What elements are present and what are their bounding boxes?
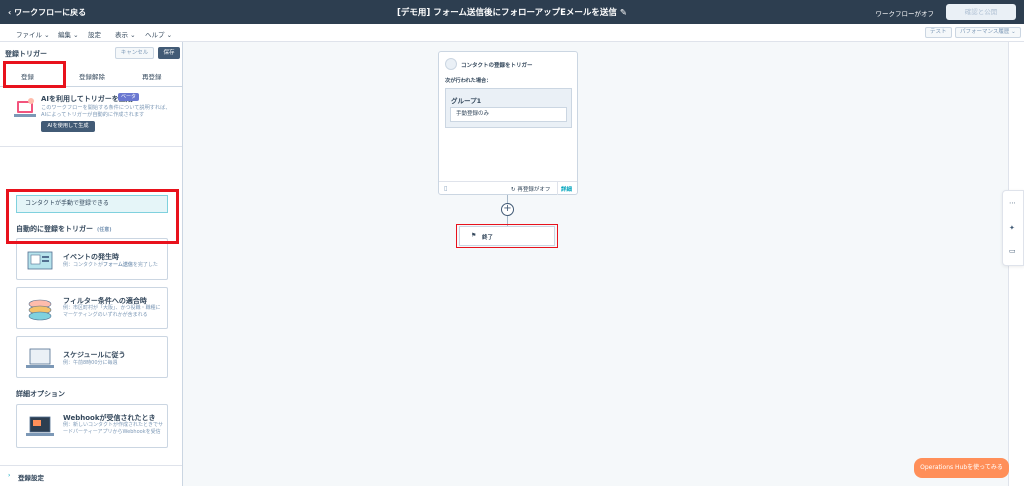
event-screen-icon bbox=[27, 251, 53, 270]
enrollment-trigger-panel: 登録トリガー キャンセル 保存 登録 登録解除 再登録 AIを利用してトリガーを… bbox=[0, 42, 183, 486]
trigger-node-footer: ▯ ↻ 再登録がオフ 詳細 bbox=[439, 181, 577, 195]
ai-trigger-section: AIを利用してトリガーを生成 ベータ このワークフローを開始する条件について説明… bbox=[0, 88, 182, 146]
comment-icon[interactable]: ▭ bbox=[1009, 247, 1016, 255]
ai-generate-button[interactable]: AIを使用して生成 bbox=[41, 121, 95, 132]
panel-title: 登録トリガー bbox=[5, 50, 47, 58]
chevron-right-icon: › bbox=[8, 472, 11, 479]
workflow-canvas[interactable]: コンタクトの登録をトリガー 次が行われた場合： グループ1 手動登録のみ ▯ ↻… bbox=[184, 42, 1008, 486]
chevron-down-icon: ⌄ bbox=[44, 31, 50, 39]
sparkle-icon[interactable]: ✦ bbox=[1009, 224, 1015, 232]
canvas-tools: ⋯ ✦ ▭ bbox=[1002, 190, 1024, 266]
footer-divider bbox=[557, 182, 558, 195]
condition-group: グループ1 手動登録のみ bbox=[445, 88, 572, 128]
tab-unenroll[interactable]: 登録解除 bbox=[79, 71, 105, 81]
connector-line bbox=[507, 195, 508, 203]
menu-help[interactable]: ヘルプ ⌄ bbox=[145, 29, 172, 39]
schedule-laptop-icon bbox=[26, 348, 54, 368]
highlight-enroll-tab bbox=[3, 61, 66, 88]
group-label: グループ1 bbox=[451, 97, 482, 105]
card-title: イベントの発生時 bbox=[63, 253, 119, 261]
grip-icon[interactable]: ⋯ bbox=[1009, 199, 1016, 207]
highlight-end-node bbox=[456, 224, 558, 248]
menu-settings[interactable]: 設定 bbox=[88, 29, 101, 39]
top-bar: ‹ ワークフローに戻る [デモ用] フォーム送信後にフォローアップEメールを送信… bbox=[0, 0, 1024, 24]
chevron-down-icon: ⌄ bbox=[130, 31, 136, 39]
ai-laptop-icon bbox=[14, 98, 36, 117]
trigger-node[interactable]: コンタクトの登録をトリガー 次が行われた場合： グループ1 手動登録のみ ▯ ↻… bbox=[438, 51, 578, 195]
review-publish-button[interactable]: 確認と公開 bbox=[946, 4, 1016, 20]
card-description: 例：新しいコンタクトが作成されたときでサードパーティーアプリからWebhookを… bbox=[63, 422, 164, 435]
detail-link[interactable]: 詳細 bbox=[561, 185, 572, 193]
add-action-button[interactable]: + bbox=[501, 203, 514, 216]
chevron-down-icon: ⌄ bbox=[166, 31, 173, 39]
trigger-node-title: コンタクトの登録をトリガー bbox=[461, 63, 533, 69]
tab-reenroll[interactable]: 再登録 bbox=[142, 71, 162, 81]
ai-description: このワークフローを開始する条件について説明すれば、AIによってトリガーが自動的に… bbox=[41, 105, 171, 118]
card-description: 例：コンタクトがフォーム送信を完了した bbox=[63, 262, 158, 268]
divider bbox=[0, 146, 182, 147]
filter-stack-icon bbox=[28, 299, 52, 321]
menu-file[interactable]: ファイル ⌄ bbox=[16, 29, 50, 39]
trigger-card-filter[interactable]: フィルター条件への適合時 例：市区町村が「大阪」、かつ役職・職種にマーケティング… bbox=[16, 287, 168, 329]
beta-badge: ベータ bbox=[118, 93, 140, 101]
edit-pencil-icon[interactable]: ✎ bbox=[620, 8, 627, 18]
cancel-button[interactable]: キャンセル bbox=[115, 47, 154, 59]
enrollment-settings-row[interactable]: › 登録設定 bbox=[0, 465, 182, 486]
card-description: 例：午前8時00分に毎週 bbox=[63, 360, 118, 366]
group-condition[interactable]: 手動登録のみ bbox=[450, 107, 567, 122]
trigger-card-event[interactable]: イベントの発生時 例：コンタクトがフォーム送信を完了した bbox=[16, 238, 168, 280]
advanced-options-heading: 詳細オプション bbox=[16, 390, 65, 398]
trigger-node-subtitle: 次が行われた場合： bbox=[445, 78, 492, 84]
workflow-status: ワークフローがオフ bbox=[875, 10, 935, 18]
webhook-laptop-icon bbox=[26, 416, 54, 436]
menu-view[interactable]: 表示 ⌄ bbox=[115, 29, 136, 39]
save-button[interactable]: 保存 bbox=[158, 47, 180, 59]
card-description: 例：市区町村が「大阪」、かつ役職・職種にマーケティングのいずれかが含まれる bbox=[63, 305, 161, 318]
reenroll-status[interactable]: ↻ 再登録がオフ bbox=[511, 185, 550, 193]
test-button[interactable]: テスト bbox=[925, 27, 952, 38]
trigger-card-schedule[interactable]: スケジュールに従う 例：午前8時00分に毎週 bbox=[16, 336, 168, 378]
clipboard-icon[interactable]: ▯ bbox=[444, 185, 447, 192]
menu-bar: ファイル ⌄ 編集 ⌄ 設定 表示 ⌄ ヘルプ ⌄ テスト パフォーマンス履歴 … bbox=[0, 24, 1024, 42]
highlight-event-card bbox=[6, 189, 179, 244]
menu-edit[interactable]: 編集 ⌄ bbox=[58, 29, 79, 39]
operations-hub-button[interactable]: Operations Hubを使ってみる bbox=[914, 458, 1009, 478]
trigger-card-webhook[interactable]: Webhookが受信されたとき 例：新しいコンタクトが作成されたときでサードパー… bbox=[16, 404, 168, 448]
workflow-title[interactable]: [デモ用] フォーム送信後にフォローアップEメールを送信 ✎ bbox=[0, 6, 1024, 18]
contact-icon bbox=[445, 58, 457, 70]
performance-history-button[interactable]: パフォーマンス履歴 ⌄ bbox=[955, 27, 1021, 38]
card-title: スケジュールに従う bbox=[63, 351, 126, 359]
chevron-down-icon: ⌄ bbox=[73, 31, 79, 39]
enrollment-settings-label: 登録設定 bbox=[18, 474, 44, 482]
refresh-icon: ↻ bbox=[511, 187, 516, 193]
